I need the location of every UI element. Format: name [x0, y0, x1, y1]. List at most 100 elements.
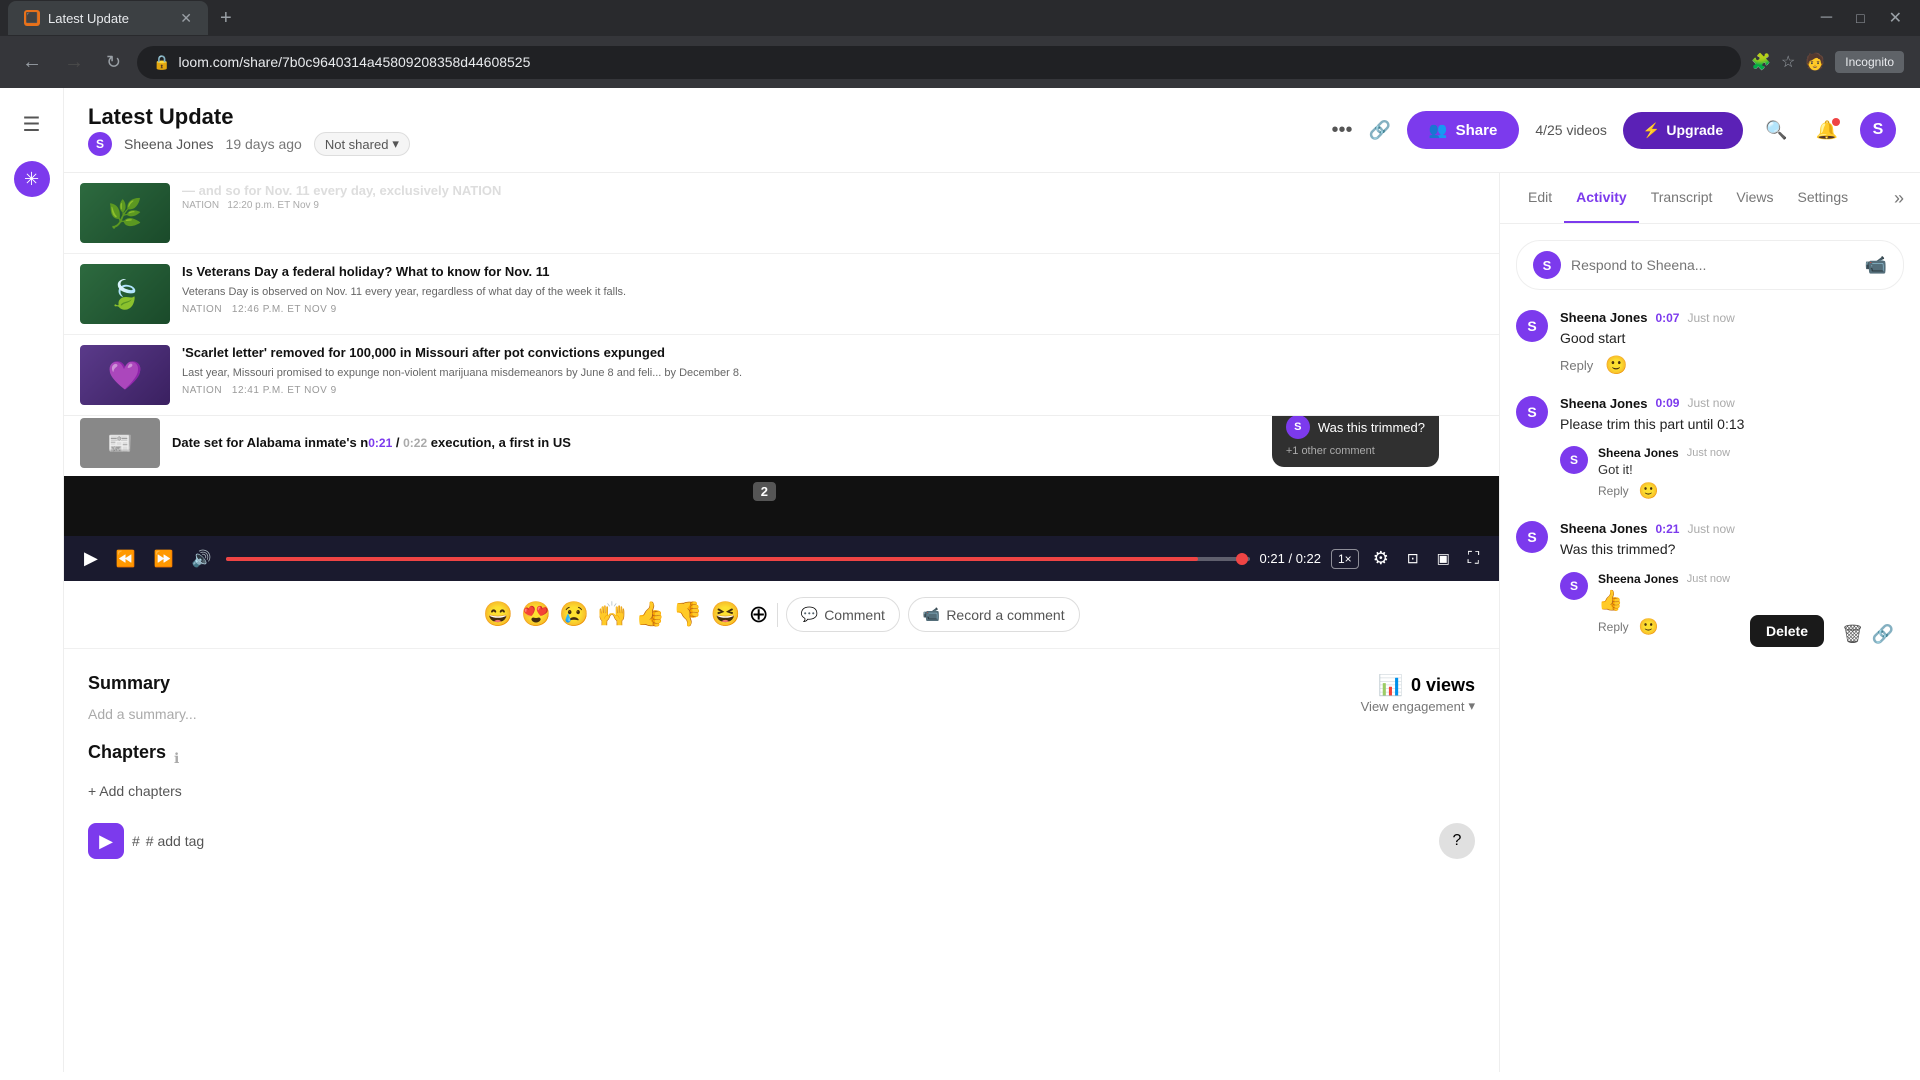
emoji-thumbsdown[interactable]: 👎 [673, 600, 703, 629]
settings-button[interactable]: ⚙ [1369, 544, 1393, 573]
bookmark-icon[interactable]: ☆ [1781, 52, 1795, 72]
emoji-thumbsup[interactable]: 👍 [635, 600, 665, 629]
list-item[interactable]: 💜 'Scarlet letter' removed for 100,000 i… [80, 345, 1483, 405]
reply-time-3: Just now [1687, 573, 1730, 585]
view-engagement-button[interactable]: View engagement ▾ [1361, 698, 1475, 714]
sidebar-logo[interactable]: ✳ [14, 161, 50, 197]
new-tab-button[interactable]: + [212, 3, 240, 34]
upgrade-label: Upgrade [1666, 122, 1723, 138]
news-info-2: Is Veterans Day a federal holiday? What … [182, 264, 1483, 324]
hash-icon: # [132, 833, 140, 849]
comment-content: Sheena Jones 0:07 Just now Good start Re… [1560, 310, 1904, 376]
help-button[interactable]: ? [1439, 823, 1475, 859]
video-respond-icon[interactable]: 📹 [1865, 255, 1887, 276]
tab-transcript[interactable]: Transcript [1639, 173, 1725, 223]
share-button[interactable]: 👥 Share [1407, 111, 1519, 149]
add-tag-label: # add tag [146, 833, 204, 849]
tab-settings[interactable]: Settings [1786, 173, 1861, 223]
maximize-icon[interactable]: □ [1846, 6, 1874, 30]
comment-author-2: Sheena Jones [1560, 396, 1647, 411]
progress-bar[interactable] [226, 557, 1250, 561]
comment-item: S Sheena Jones 0:07 Just now Good start … [1516, 310, 1904, 376]
refresh-button[interactable]: ↻ [100, 46, 127, 79]
notifications-button[interactable]: 🔔 [1810, 114, 1844, 147]
minimize-icon[interactable]: ─ [1811, 5, 1842, 31]
forward-button[interactable]: → [58, 45, 90, 80]
reply-react-button-2[interactable]: 🙂 [1639, 481, 1659, 501]
reply-react-button-3[interactable]: 🙂 [1639, 617, 1659, 637]
speed-button[interactable]: 1× [1331, 549, 1359, 569]
delete-button[interactable]: Delete [1750, 615, 1824, 647]
fullscreen-button[interactable]: ⛶ [1464, 546, 1483, 572]
summary-title: Summary [88, 673, 197, 694]
comment-thread-3: S Sheena Jones 0:21 Just now Was this tr… [1516, 521, 1904, 637]
reply-reply-button-3[interactable]: Reply [1598, 617, 1629, 637]
comment-timecode[interactable]: 0:07 [1655, 311, 1679, 325]
search-button[interactable]: 🔍 [1759, 114, 1793, 147]
theater-button[interactable]: ▣ [1433, 546, 1454, 571]
comment-timecode-2[interactable]: 0:09 [1655, 396, 1679, 410]
tab-edit[interactable]: Edit [1516, 173, 1564, 223]
reply-reply-button-2[interactable]: Reply [1598, 481, 1629, 501]
video-section: 🌿 — and so for Nov. 11 every day, exclus… [64, 173, 1500, 1072]
browser-chrome: ⬛ Latest Update ✕ + ─ □ ✕ ← → ↻ 🔒 🧩 ☆ 🧑 … [0, 0, 1920, 88]
reply-button[interactable]: Reply [1560, 358, 1593, 373]
close-window-icon[interactable]: ✕ [1879, 4, 1912, 32]
add-chapters-button[interactable]: + Add chapters [88, 783, 1475, 799]
tab-views[interactable]: Views [1724, 173, 1785, 223]
volume-button[interactable]: 🔊 [188, 545, 216, 573]
sidebar-menu-icon[interactable]: ☰ [15, 104, 49, 145]
extension-icon[interactable]: 🧩 [1751, 52, 1771, 72]
comment-reply-3: S Sheena Jones Just now 👍 Reply [1516, 572, 1904, 637]
comment-timecode-3[interactable]: 0:21 [1655, 522, 1679, 536]
loom-record-button[interactable]: ▶ [88, 823, 124, 859]
comment-avatar-2: S [1516, 396, 1548, 428]
browser-tab[interactable]: ⬛ Latest Update ✕ [8, 1, 208, 35]
user-avatar[interactable]: S [1860, 112, 1896, 148]
sidebar: ☰ ✳ [0, 88, 64, 1072]
skip-forward-button[interactable]: ⏩ [150, 545, 178, 573]
pip-button[interactable]: ⊡ [1403, 546, 1423, 571]
emoji-clap[interactable]: 🙌 [597, 600, 627, 629]
lightning-icon: ⚡ [1643, 122, 1660, 139]
react-button[interactable]: 🙂 [1605, 355, 1627, 376]
share-icon: 👥 [1429, 121, 1448, 139]
more-options-button[interactable]: ••• [1331, 119, 1352, 142]
tab-close-icon[interactable]: ✕ [180, 10, 192, 27]
copy-link-button[interactable]: 🔗 [1369, 120, 1391, 141]
news-title-2: Is Veterans Day a federal holiday? What … [182, 264, 1483, 281]
not-shared-badge[interactable]: Not shared ▾ [314, 132, 410, 156]
play-button[interactable]: ▶ [80, 544, 102, 573]
address-input[interactable] [179, 54, 1726, 70]
emoji-love[interactable]: 😍 [521, 600, 551, 629]
profile-icon[interactable]: 🧑 [1805, 52, 1825, 72]
add-tag-button[interactable]: # # add tag [132, 833, 204, 849]
respond-box[interactable]: S 📹 [1516, 240, 1904, 290]
emoji-happy[interactable]: 😄 [483, 600, 513, 629]
emoji-picker-button[interactable]: ⊕ [749, 600, 769, 629]
list-item[interactable]: 🌿 — and so for Nov. 11 every day, exclus… [64, 173, 1499, 254]
tab-activity[interactable]: Activity [1564, 173, 1639, 223]
address-bar-container[interactable]: 🔒 [137, 46, 1741, 79]
add-summary[interactable]: Add a summary... [88, 706, 197, 722]
skip-back-button[interactable]: ⏪ [112, 545, 140, 573]
page-title: Latest Update [88, 104, 1315, 130]
upgrade-button[interactable]: ⚡ Upgrade [1623, 112, 1743, 149]
comment-button[interactable]: 💬 Comment [786, 597, 900, 632]
copy-link-icon-button[interactable]: 🔗 [1872, 624, 1894, 645]
incognito-badge: Incognito [1835, 51, 1904, 73]
record-label: Record a comment [946, 607, 1064, 623]
respond-input[interactable] [1571, 257, 1855, 273]
back-button[interactable]: ← [16, 45, 48, 80]
emoji-sad[interactable]: 😢 [559, 600, 589, 629]
reply-avatar-2: S [1560, 446, 1588, 474]
emoji-more[interactable]: 😆 [711, 600, 741, 629]
record-comment-button[interactable]: 📹 Record a comment [908, 597, 1080, 632]
trash-icon-button[interactable]: 🗑 [1841, 624, 1864, 645]
comment-item-2: S Sheena Jones 0:09 Just now Please trim… [1516, 396, 1904, 435]
news-info: — and so for Nov. 11 every day, exclusiv… [182, 183, 1483, 243]
views-count: 0 views [1411, 675, 1475, 696]
news-source-2: NATION 12:46 p.m. ET Nov 9 [182, 304, 1483, 315]
list-item[interactable]: 🍃 Is Veterans Day a federal holiday? Wha… [64, 254, 1499, 335]
panel-expand-icon[interactable]: » [1894, 188, 1904, 209]
